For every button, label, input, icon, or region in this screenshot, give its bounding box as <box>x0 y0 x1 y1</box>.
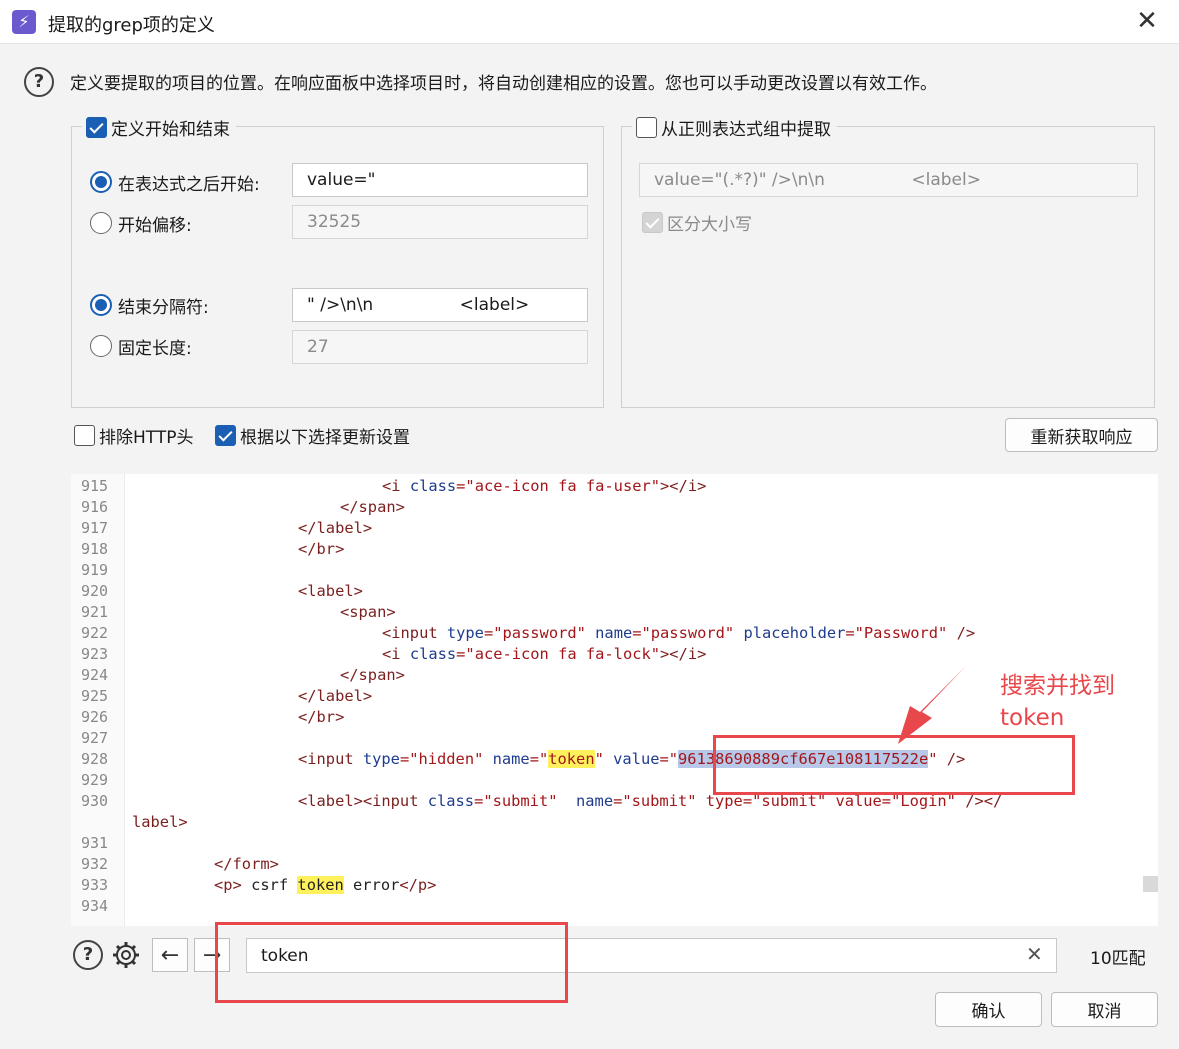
update-config-checkbox[interactable] <box>215 424 236 446</box>
start-after-radio[interactable] <box>90 171 112 193</box>
start-offset-label: 开始偏移: <box>118 215 192 236</box>
define-start-end-label: 定义开始和结束 <box>111 119 230 140</box>
code-line-921: <span> <box>340 603 396 621</box>
line-number: 920 <box>81 582 109 600</box>
response-code-view[interactable]: 915 916 917 918 919 920 921 922 923 924 … <box>71 474 1158 926</box>
case-sensitive-label: 区分大小写 <box>667 214 752 235</box>
code-line-915: <i class="ace-icon fa fa-user"></i> <box>382 477 707 495</box>
line-number: 918 <box>81 540 109 558</box>
code-line-932: </form> <box>214 855 279 873</box>
end-delimiter-label: 结束分隔符: <box>118 297 209 318</box>
refetch-response-button[interactable]: 重新获取响应 <box>1005 418 1158 452</box>
line-number: 922 <box>81 624 109 642</box>
regex-extract-label: 从正则表达式组中提取 <box>661 119 831 140</box>
regex-legend[interactable]: 从正则表达式组中提取 <box>632 114 837 140</box>
regex-extract-checkbox[interactable] <box>636 116 657 138</box>
exclude-http-headers-label: 排除HTTP头 <box>99 427 194 448</box>
code-line-922: <input type="password" name="password" p… <box>382 624 976 642</box>
code-line-926: </br> <box>298 708 345 726</box>
case-sensitive-checkbox[interactable] <box>642 211 663 233</box>
lightning-icon: ⚡ <box>12 10 36 34</box>
gear-icon[interactable] <box>109 938 143 972</box>
start-after-input[interactable]: value=" <box>292 163 588 197</box>
search-match-highlight: token <box>297 876 344 894</box>
description-text: 定义要提取的项目的位置。在响应面板中选择项目时，将自动创建相应的设置。您也可以手… <box>70 74 937 94</box>
line-number: 916 <box>81 498 109 516</box>
code-line-917: </label> <box>298 519 373 537</box>
annotation-box-token-value <box>713 735 1075 795</box>
search-match-highlight: token <box>548 750 595 768</box>
start-after-option[interactable]: 在表达式之后开始: <box>90 170 260 195</box>
line-number: 932 <box>81 855 109 873</box>
fixed-length-radio[interactable] <box>90 335 112 357</box>
line-number: 919 <box>81 561 109 579</box>
cancel-button[interactable]: 取消 <box>1051 992 1158 1027</box>
line-number: 930 <box>81 792 109 810</box>
start-offset-option[interactable]: 开始偏移: <box>90 211 192 236</box>
code-line-918: </br> <box>298 540 345 558</box>
code-line-920: <label> <box>298 582 363 600</box>
code-line-924: </span> <box>340 666 405 684</box>
annotation-label: 搜索并找到 token <box>1000 673 1115 731</box>
fixed-length-input[interactable]: 27 <box>292 330 588 364</box>
line-number: 929 <box>81 771 109 789</box>
end-delimiter-input[interactable]: " />\n\n <label> <box>292 288 588 322</box>
title-bar: ⚡ 提取的grep项的定义 ✕ <box>0 0 1179 44</box>
regex-input[interactable]: value="(.*?)" />\n\n <label> <box>639 163 1138 197</box>
search-help-icon[interactable]: ? <box>73 940 103 970</box>
help-icon[interactable]: ? <box>24 67 54 97</box>
code-line-930-wrap: label> <box>132 813 188 831</box>
line-number: 923 <box>81 645 109 663</box>
start-offset-radio[interactable] <box>90 212 112 234</box>
ok-button[interactable]: 确认 <box>935 992 1042 1027</box>
update-config-label: 根据以下选择更新设置 <box>240 427 410 448</box>
end-delimiter-option[interactable]: 结束分隔符: <box>90 293 209 318</box>
start-after-label: 在表达式之后开始: <box>118 174 260 195</box>
line-number: 925 <box>81 687 109 705</box>
case-sensitive-option[interactable]: 区分大小写 <box>642 210 752 235</box>
annotation-box-search <box>215 922 568 1003</box>
line-number: 924 <box>81 666 109 684</box>
define-start-end-checkbox[interactable] <box>86 116 107 138</box>
line-number: 934 <box>81 897 109 915</box>
line-number: 928 <box>81 750 109 768</box>
exclude-http-headers-option[interactable]: 排除HTTP头 <box>74 423 194 448</box>
line-number: 917 <box>81 519 109 537</box>
line-number: 915 <box>81 477 109 495</box>
clear-search-icon[interactable]: ✕ <box>1026 942 1043 966</box>
line-number: 926 <box>81 708 109 726</box>
end-delimiter-radio[interactable] <box>90 294 112 316</box>
previous-match-button[interactable]: ← <box>152 938 188 972</box>
line-number: 931 <box>81 834 109 852</box>
exclude-http-headers-checkbox[interactable] <box>74 424 95 446</box>
start-end-legend[interactable]: 定义开始和结束 <box>82 114 236 140</box>
match-count: 10匹配 <box>1090 949 1146 969</box>
start-offset-input[interactable]: 32525 <box>292 205 588 239</box>
update-config-option[interactable]: 根据以下选择更新设置 <box>215 423 410 448</box>
code-line-923: <i class="ace-icon fa fa-lock"></i> <box>382 645 707 663</box>
code-scrollbar-thumb[interactable] <box>1143 876 1158 892</box>
window-title: 提取的grep项的定义 <box>48 15 215 36</box>
code-line-933: <p> csrf token error</p> <box>214 876 437 894</box>
fixed-length-label: 固定长度: <box>118 338 192 359</box>
close-button[interactable]: ✕ <box>1130 6 1164 38</box>
line-number: 933 <box>81 876 109 894</box>
fixed-length-option[interactable]: 固定长度: <box>90 334 192 359</box>
code-line-916: </span> <box>340 498 405 516</box>
line-number: 921 <box>81 603 109 621</box>
line-number: 927 <box>81 729 109 747</box>
code-line-925: </label> <box>298 687 373 705</box>
